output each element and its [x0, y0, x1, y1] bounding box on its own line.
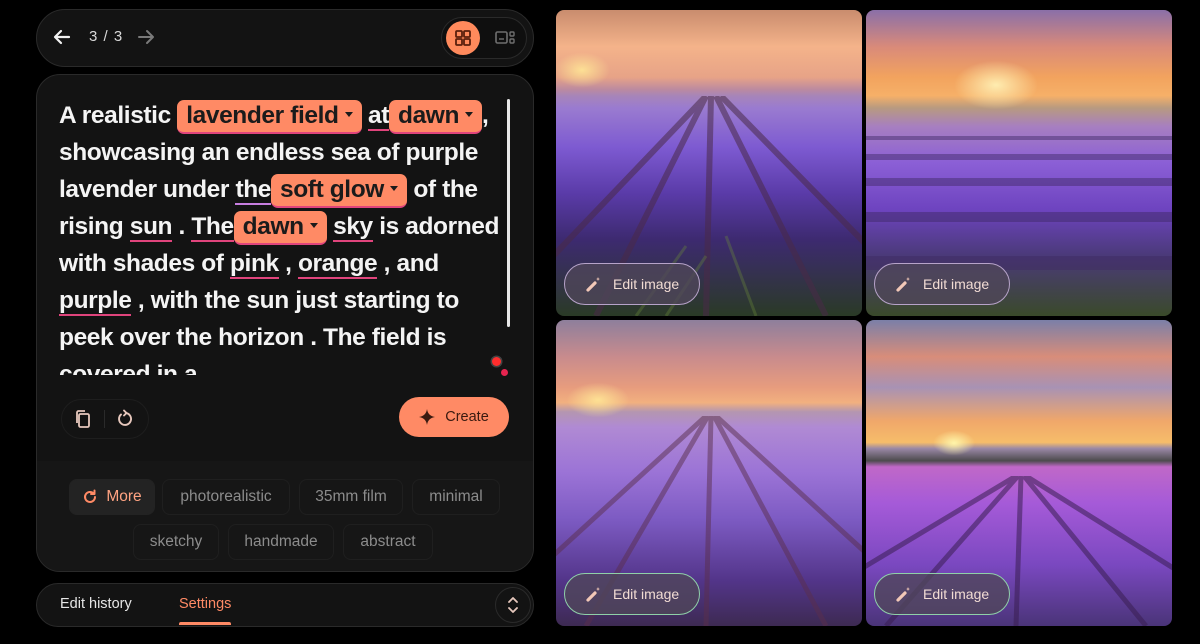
prompt-keyword[interactable]: orange	[297, 250, 378, 279]
forward-button[interactable]	[135, 26, 157, 48]
magic-wand-icon	[586, 277, 600, 292]
dropdown-caret-icon	[344, 112, 353, 118]
prompt-chip-label: dawn	[398, 102, 460, 129]
edit-image-button[interactable]: Edit image	[874, 573, 1010, 615]
active-tab-indicator	[179, 622, 231, 625]
prompt-card: A realistic lavender field at dawn, showc…	[36, 74, 534, 572]
edit-image-button[interactable]: Edit image	[564, 263, 700, 305]
dropdown-caret-icon	[389, 186, 398, 192]
generated-image[interactable]: Edit image	[556, 320, 862, 626]
prompt-chip-label: lavender field	[186, 102, 339, 129]
style-suggestions: More photorealistic 35mm film minimal sk…	[37, 461, 533, 571]
cursor-indicator-trail	[501, 369, 508, 376]
edit-image-label: Edit image	[613, 586, 680, 602]
prompt-chip-label: dawn	[242, 213, 304, 240]
prompt-scrollbar[interactable]	[507, 99, 510, 327]
prompt-actions	[61, 399, 149, 439]
bottom-tabs: Edit history Settings	[36, 583, 534, 627]
magic-wand-icon	[896, 587, 910, 602]
generated-image[interactable]: Edit image	[866, 320, 1172, 626]
view-mode-toggle	[441, 17, 527, 59]
reset-icon	[118, 409, 132, 426]
copy-icon	[76, 410, 90, 428]
edit-image-label: Edit image	[923, 276, 990, 292]
single-view-button[interactable]	[490, 21, 520, 55]
prompt-keyword[interactable]: The	[191, 213, 234, 242]
prompt-chip[interactable]: dawn	[233, 211, 327, 245]
generated-image[interactable]: Edit image	[866, 10, 1172, 316]
reset-button[interactable]	[114, 408, 136, 430]
prompt-panel: 3 / 3 A realistic lavender field at dawn…	[36, 0, 534, 644]
edit-image-button[interactable]: Edit image	[874, 263, 1010, 305]
expand-button[interactable]	[495, 587, 531, 623]
style-chip[interactable]: handmade	[228, 524, 334, 560]
cursor-indicator	[492, 357, 501, 366]
prompt-keyword[interactable]: purple	[59, 287, 132, 316]
tab-settings[interactable]: Settings	[179, 596, 231, 612]
prompt-keyword[interactable]: at	[368, 102, 389, 131]
prompt-keyword[interactable]: the	[235, 176, 271, 205]
single-view-icon	[495, 31, 515, 44]
unfold-icon	[508, 597, 518, 613]
dropdown-caret-icon	[309, 223, 318, 229]
style-chip[interactable]: photorealistic	[162, 479, 290, 515]
prompt-keyword[interactable]: sun	[129, 213, 172, 242]
more-label: More	[106, 488, 142, 505]
prompt-keyword[interactable]: pink	[229, 250, 279, 279]
style-chip[interactable]: abstract	[343, 524, 433, 560]
tab-edit-history[interactable]: Edit history	[60, 596, 132, 612]
magic-wand-icon	[586, 587, 600, 602]
create-label: Create	[445, 409, 489, 425]
more-styles-button[interactable]: More	[69, 479, 155, 515]
magic-wand-icon	[896, 277, 910, 292]
arrow-left-icon	[53, 29, 71, 45]
sparkle-icon	[419, 409, 436, 425]
prompt-text[interactable]: A realistic lavender field at dawn, showc…	[59, 97, 509, 375]
refresh-icon	[84, 489, 97, 503]
grid-view-icon	[455, 30, 471, 46]
style-chip[interactable]: minimal	[412, 479, 500, 515]
copy-button[interactable]	[72, 408, 94, 430]
prompt-chip[interactable]: soft glow	[271, 174, 407, 208]
style-chip[interactable]: sketchy	[133, 524, 219, 560]
edit-image-label: Edit image	[923, 586, 990, 602]
prompt-chip[interactable]: lavender field	[177, 100, 362, 134]
back-button[interactable]	[51, 26, 73, 48]
style-chip[interactable]: 35mm film	[299, 479, 403, 515]
create-button[interactable]: Create	[399, 397, 509, 437]
edit-image-label: Edit image	[613, 276, 680, 292]
prompt-chip[interactable]: dawn	[389, 100, 483, 134]
page-counter: 3 / 3	[89, 28, 124, 45]
prompt-keyword[interactable]: sky	[333, 213, 373, 242]
arrow-right-icon	[138, 30, 154, 44]
divider	[104, 410, 105, 428]
dropdown-caret-icon	[465, 112, 474, 118]
generated-image[interactable]: Edit image	[556, 10, 862, 316]
navigation-bar: 3 / 3	[36, 9, 534, 67]
edit-image-button[interactable]: Edit image	[564, 573, 700, 615]
grid-view-button[interactable]	[446, 21, 480, 55]
prompt-chip-label: soft glow	[280, 176, 384, 203]
